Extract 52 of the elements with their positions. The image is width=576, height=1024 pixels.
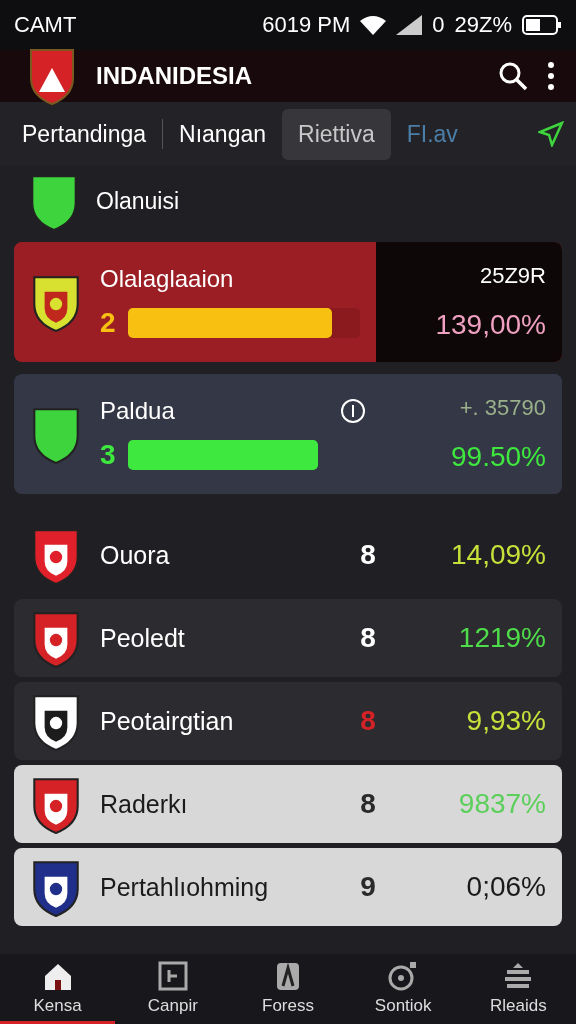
team-name: Paldua [100, 397, 176, 425]
tab[interactable]: Nıangan [171, 108, 274, 160]
nav-tab[interactable]: Rleaids [460, 954, 576, 1024]
search-icon[interactable] [498, 61, 528, 91]
team-row[interactable]: Pertahlıohming 9 0;06% [14, 848, 562, 926]
team-rank: 8 [359, 788, 377, 820]
team-rank: 3 [100, 439, 116, 471]
team-name: Ouora [100, 540, 171, 570]
tab[interactable]: FI.av [398, 108, 466, 160]
team-row[interactable]: Peoledt 8 1219% [14, 599, 562, 677]
wifi-icon [360, 15, 387, 35]
team-name: Peoledt [100, 623, 186, 653]
send-icon[interactable] [538, 121, 564, 147]
team-rank: 8 [359, 539, 377, 571]
tab[interactable]: Riettiva [282, 108, 391, 160]
team-percent: 139,00% [435, 309, 546, 341]
team-name: Raderkı [100, 789, 189, 819]
team-name: Pertahlıohming [100, 872, 270, 902]
team-rank: 2 [100, 307, 116, 339]
team-percent: 14,09% [450, 539, 546, 571]
team-percent: 99.50% [451, 441, 546, 473]
battery-percent: 29Z% [454, 12, 512, 38]
team-rank: 8 [359, 622, 377, 654]
team-percent: 1219% [457, 622, 546, 654]
more-icon[interactable] [546, 61, 556, 91]
team-row[interactable]: Raderkı 8 9837% [14, 765, 562, 843]
team-stat: +. 35790 [459, 395, 546, 421]
nav-tab[interactable]: Canpir [115, 954, 231, 1024]
clock: 6019 PM [262, 12, 351, 38]
team-percent: 0;06% [465, 871, 546, 903]
carrier-name: CAMT [14, 12, 77, 38]
team-name: Peotairgtian [100, 706, 235, 736]
team-rank: 9 [359, 871, 377, 903]
info-icon[interactable] [340, 398, 366, 424]
sim-indicator: 0 [432, 12, 445, 38]
team-row[interactable]: Peotairgtian 8 9,93% [14, 682, 562, 760]
team-name-row[interactable]: Ouora 8 14,09% [14, 516, 562, 594]
team-rank: 8 [359, 705, 377, 737]
team-stat: 25Z9R [479, 263, 546, 289]
team-card[interactable]: Olalaglaaion 2 25Z9R 139,00% [14, 242, 562, 362]
team-name: Olalaglaaion [100, 265, 235, 293]
app-title: INDANIDESIA [96, 62, 253, 90]
battery-icon [522, 15, 562, 35]
nav-tab[interactable]: Sontiok [345, 954, 461, 1024]
nav-tab[interactable]: Foress [230, 954, 346, 1024]
team-percent: 9837% [457, 788, 546, 820]
nav-tab[interactable]: Kensa [0, 954, 116, 1024]
team-card[interactable]: Paldua 3 +. 35790 99.50% [14, 374, 562, 494]
section-title: Olanuisi [96, 187, 180, 215]
signal-icon [396, 15, 423, 35]
tab[interactable]: Pertandinga [14, 108, 155, 160]
team-percent: 9,93% [465, 705, 546, 737]
